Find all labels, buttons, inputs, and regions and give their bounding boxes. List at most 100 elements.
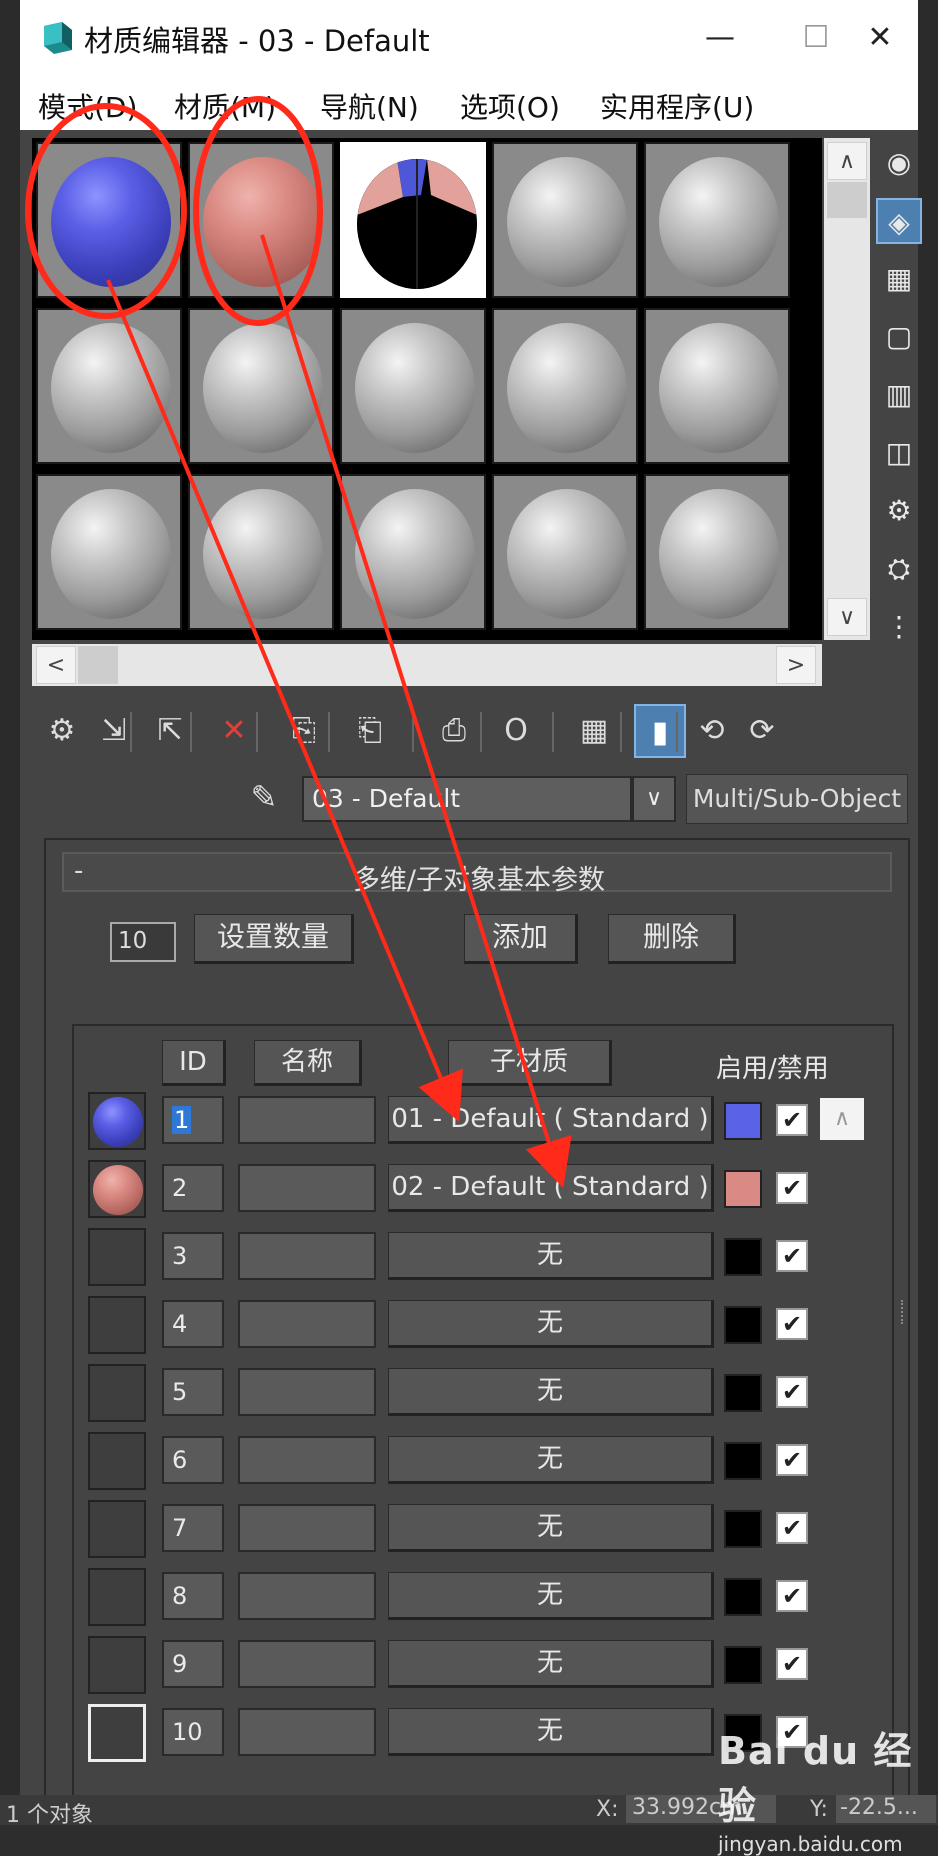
sub-material-preview[interactable]: [88, 1432, 146, 1490]
collapse-icon[interactable]: -: [74, 856, 83, 886]
scroll-left-button[interactable]: <: [36, 646, 76, 684]
name-field[interactable]: [238, 1300, 376, 1348]
color-swatch[interactable]: [724, 1102, 762, 1140]
rollout-header[interactable]: 多维/子对象基本参数 -: [62, 852, 892, 896]
make-copy-icon[interactable]: ⎘: [278, 704, 330, 758]
scroll-up-button[interactable]: ∧: [827, 142, 867, 180]
color-swatch[interactable]: [724, 1238, 762, 1276]
sub-material-button[interactable]: 无: [388, 1300, 714, 1348]
sample-slot[interactable]: [492, 308, 638, 464]
enable-checkbox[interactable]: ✔: [776, 1648, 808, 1680]
material-id-channel-icon[interactable]: O: [490, 704, 542, 758]
close-button[interactable]: ✕: [856, 14, 904, 62]
slots-vertical-scrollbar[interactable]: ∧ ∨: [824, 138, 870, 640]
sub-material-preview[interactable]: [88, 1160, 146, 1218]
sub-material-button[interactable]: 无: [388, 1640, 714, 1688]
sample-slot[interactable]: [340, 308, 486, 464]
sub-material-button[interactable]: 02 - Default ( Standard ): [388, 1164, 714, 1212]
scroll-right-button[interactable]: >: [776, 646, 816, 684]
vertical-scroll-thumb[interactable]: [827, 182, 867, 218]
make-unique-icon[interactable]: ⎗: [344, 704, 396, 758]
name-field[interactable]: [238, 1572, 376, 1620]
sample-slot[interactable]: [492, 474, 638, 630]
reset-map-icon[interactable]: ✕: [208, 704, 260, 758]
color-swatch[interactable]: [724, 1306, 762, 1344]
sample-slot[interactable]: [188, 142, 334, 298]
sample-slot[interactable]: [36, 142, 182, 298]
sample-type-sphere-icon[interactable]: ◉: [876, 140, 922, 186]
name-field[interactable]: [238, 1708, 376, 1756]
sample-slot[interactable]: [644, 474, 790, 630]
color-swatch[interactable]: [724, 1374, 762, 1412]
material-count-input[interactable]: 10: [110, 922, 176, 962]
material-name-dropdown[interactable]: ∨: [632, 776, 676, 822]
column-header-sub-material[interactable]: 子材质: [448, 1040, 612, 1086]
make-preview-icon[interactable]: ◫: [876, 430, 922, 476]
material-map-navigator-icon[interactable]: ⋮: [876, 604, 922, 650]
sample-slot[interactable]: [340, 474, 486, 630]
color-swatch[interactable]: [724, 1646, 762, 1684]
set-number-button[interactable]: 设置数量: [194, 914, 354, 964]
color-swatch[interactable]: [724, 1442, 762, 1480]
menu-options[interactable]: 选项(O): [460, 86, 560, 126]
sample-slot[interactable]: [340, 142, 486, 298]
minimize-button[interactable]: —: [696, 14, 744, 62]
get-material-icon[interactable]: ⚙: [36, 704, 88, 758]
select-by-material-icon[interactable]: ⛭: [876, 546, 922, 592]
sub-material-button[interactable]: 无: [388, 1436, 714, 1484]
column-header-name[interactable]: 名称: [254, 1040, 362, 1086]
assign-to-selection-icon[interactable]: ⇱: [144, 704, 196, 758]
add-button[interactable]: 添加: [464, 914, 578, 964]
slots-horizontal-scrollbar[interactable]: < >: [32, 644, 822, 686]
sample-slot[interactable]: [36, 308, 182, 464]
sub-material-preview[interactable]: [88, 1568, 146, 1626]
sub-material-button[interactable]: 无: [388, 1368, 714, 1416]
enable-checkbox[interactable]: ✔: [776, 1580, 808, 1612]
sample-slot[interactable]: [644, 142, 790, 298]
menu-material[interactable]: 材质(M): [174, 86, 276, 126]
background-checker-icon[interactable]: ▦: [876, 256, 922, 302]
id-field[interactable]: 9: [162, 1640, 224, 1688]
scroll-down-button[interactable]: ∨: [827, 598, 867, 636]
color-swatch[interactable]: [724, 1510, 762, 1548]
color-swatch[interactable]: [724, 1170, 762, 1208]
name-field[interactable]: [238, 1368, 376, 1416]
maximize-button[interactable]: ☐: [792, 14, 840, 62]
sub-material-preview[interactable]: [88, 1500, 146, 1558]
enable-checkbox[interactable]: ✔: [776, 1444, 808, 1476]
name-field[interactable]: [238, 1640, 376, 1688]
color-swatch[interactable]: [724, 1578, 762, 1616]
name-field[interactable]: [238, 1164, 376, 1212]
sub-material-preview[interactable]: [88, 1228, 146, 1286]
id-field[interactable]: 5: [162, 1368, 224, 1416]
sub-material-preview[interactable]: [88, 1636, 146, 1694]
id-field[interactable]: 4: [162, 1300, 224, 1348]
id-field[interactable]: 6: [162, 1436, 224, 1484]
id-field[interactable]: 1: [162, 1096, 224, 1144]
material-type-button[interactable]: Multi/Sub-Object: [686, 774, 908, 824]
id-field[interactable]: 3: [162, 1232, 224, 1280]
sub-material-preview[interactable]: [88, 1364, 146, 1422]
sample-slot[interactable]: [644, 308, 790, 464]
menu-utilities[interactable]: 实用程序(U): [600, 86, 754, 126]
name-field[interactable]: [238, 1436, 376, 1484]
horizontal-scroll-thumb[interactable]: [78, 646, 118, 684]
sample-slot[interactable]: [188, 474, 334, 630]
enable-checkbox[interactable]: ✔: [776, 1172, 808, 1204]
options-icon[interactable]: ⚙: [876, 488, 922, 534]
menu-navigation[interactable]: 导航(N): [320, 86, 419, 126]
put-to-scene-icon[interactable]: ⇲: [88, 704, 140, 758]
sample-slot[interactable]: [492, 142, 638, 298]
pick-material-dropper-icon[interactable]: ✎: [242, 778, 286, 822]
enable-checkbox[interactable]: ✔: [776, 1308, 808, 1340]
name-field[interactable]: [238, 1504, 376, 1552]
show-end-result-icon[interactable]: ▮: [634, 704, 686, 758]
enable-checkbox[interactable]: ✔: [776, 1104, 808, 1136]
id-field[interactable]: 2: [162, 1164, 224, 1212]
id-field[interactable]: 7: [162, 1504, 224, 1552]
sub-material-preview[interactable]: [88, 1704, 146, 1762]
enable-checkbox[interactable]: ✔: [776, 1512, 808, 1544]
delete-button[interactable]: 删除: [608, 914, 736, 964]
backlight-icon[interactable]: ◈: [876, 198, 922, 244]
id-field[interactable]: 10: [162, 1708, 224, 1756]
